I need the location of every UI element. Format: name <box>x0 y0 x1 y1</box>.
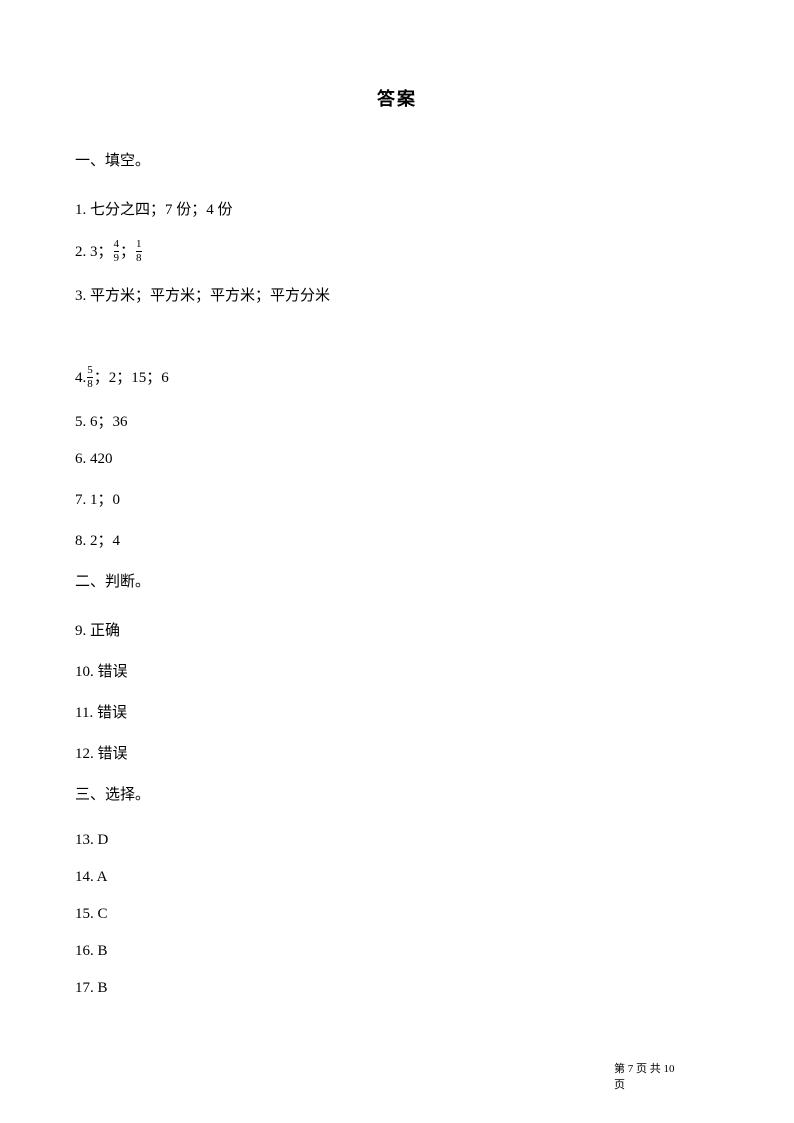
fraction-numerator: 1 <box>136 239 142 251</box>
page-title: 答案 <box>75 85 719 111</box>
answer-4-prefix: 4. <box>75 369 86 387</box>
answer-16: 16. B <box>75 943 719 960</box>
fraction-denominator: 9 <box>114 251 120 264</box>
answer-12: 12. 错误 <box>75 742 719 763</box>
answer-2-sep: ； <box>120 243 135 261</box>
answer-14: 14. A <box>75 869 719 886</box>
answer-3: 3. 平方米；平方米；平方米；平方分米 <box>75 284 719 305</box>
footer-line-1: 第 7 页 共 10 <box>614 1062 694 1077</box>
answer-4: 4. 5 8 ；2；15；6 <box>75 365 719 390</box>
footer-line-2: 页 <box>614 1078 694 1093</box>
fraction-denominator: 8 <box>136 251 142 264</box>
answer-2: 2. 3； 4 9 ； 1 8 <box>75 239 719 264</box>
answer-9: 9. 正确 <box>75 619 719 640</box>
answer-2-prefix: 2. 3； <box>75 243 113 261</box>
answer-4-suffix: ；2；15；6 <box>94 369 169 387</box>
section-header-2: 二、判断。 <box>75 570 719 591</box>
answer-13: 13. D <box>75 832 719 849</box>
answer-5: 5. 6；36 <box>75 410 719 431</box>
fraction-denominator: 8 <box>87 377 93 390</box>
answer-11: 11. 错误 <box>75 701 719 722</box>
answer-6: 6. 420 <box>75 451 719 468</box>
answer-1: 1. 七分之四；7 份；4 份 <box>75 198 719 219</box>
fraction-1-8: 1 8 <box>136 239 142 264</box>
answer-8: 8. 2；4 <box>75 529 719 550</box>
section-header-3: 三、选择。 <box>75 783 719 804</box>
fraction-4-9: 4 9 <box>114 239 120 264</box>
answer-15: 15. C <box>75 906 719 923</box>
fraction-5-8: 5 8 <box>87 365 93 390</box>
page-footer: 第 7 页 共 10 页 <box>614 1062 694 1093</box>
answer-10: 10. 错误 <box>75 660 719 681</box>
fraction-numerator: 5 <box>87 365 93 377</box>
fraction-numerator: 4 <box>114 239 120 251</box>
answer-7: 7. 1；0 <box>75 488 719 509</box>
answer-17: 17. B <box>75 980 719 997</box>
section-header-1: 一、填空。 <box>75 149 719 170</box>
